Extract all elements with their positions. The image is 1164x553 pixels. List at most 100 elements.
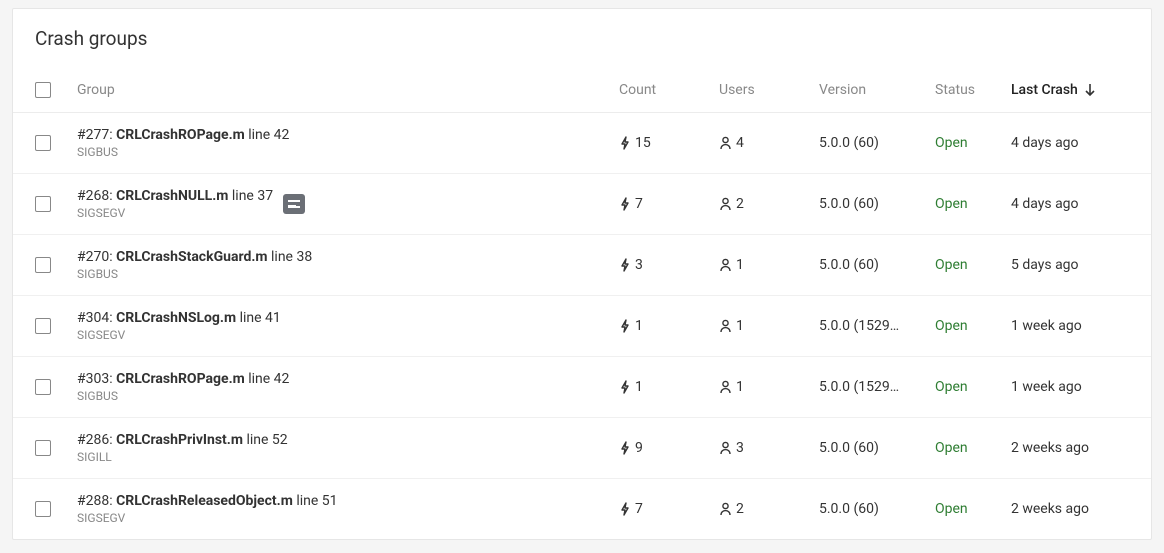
group-line: line 42	[248, 127, 289, 143]
users-person-icon	[719, 197, 732, 211]
count-cell: 3	[619, 257, 719, 273]
version-cell: 5.0.0 (60)	[819, 440, 935, 456]
table-row[interactable]: #304: CRLCrashNSLog.m line 41SIGSEGV115.…	[13, 296, 1151, 357]
last-crash-cell: 4 days ago	[1011, 196, 1129, 212]
table-row[interactable]: #303: CRLCrashROPage.m line 42SIGBUS115.…	[13, 357, 1151, 418]
group-cell: #270: CRLCrashStackGuard.m line 38 SIGBUS	[77, 249, 312, 281]
users-person-icon	[719, 319, 732, 333]
group-id: #270:	[77, 249, 113, 265]
select-all-checkbox[interactable]	[35, 82, 51, 98]
rows-container: #277: CRLCrashROPage.m line 42SIGBUS1545…	[13, 113, 1151, 539]
column-header-users[interactable]: Users	[719, 82, 819, 98]
group-signal: SIGBUS	[77, 267, 312, 281]
count-cell: 7	[619, 196, 719, 212]
last-crash-cell: 1 week ago	[1011, 318, 1129, 334]
row-checkbox[interactable]	[35, 379, 51, 395]
users-cell: 2	[719, 501, 819, 517]
version-cell: 5.0.0 (60)	[819, 501, 935, 517]
row-checkbox[interactable]	[35, 440, 51, 456]
table-row[interactable]: #270: CRLCrashStackGuard.m line 38 SIGBUS…	[13, 235, 1151, 296]
users-person-icon	[719, 258, 732, 272]
group-signal: SIGBUS	[77, 145, 289, 159]
crash-groups-card: Crash groups Group Count Users Version S…	[12, 8, 1152, 540]
card-title: Crash groups	[13, 9, 1151, 60]
group-id: #286:	[77, 432, 113, 448]
version-cell: 5.0.0 (1529…	[819, 318, 935, 334]
table-row[interactable]: #286: CRLCrashPrivInst.m line 52 SIGILL 93…	[13, 418, 1151, 479]
group-line: line 42	[248, 371, 289, 387]
count-bolt-icon	[619, 319, 631, 333]
row-checkbox[interactable]	[35, 135, 51, 151]
note-icon	[283, 194, 305, 214]
group-file: CRLCrashNSLog.m	[116, 310, 236, 326]
count-cell: 9	[619, 440, 719, 456]
group-line: line 37	[232, 188, 273, 204]
group-signal: SIGSEGV	[77, 328, 281, 342]
version-cell: 5.0.0 (1529…	[819, 379, 935, 395]
sort-desc-icon	[1084, 83, 1096, 97]
group-cell: #268: CRLCrashNULL.m line 37SIGSEGV	[77, 188, 273, 220]
group-file: CRLCrashROPage.m	[116, 371, 245, 387]
group-signal: SIGBUS	[77, 389, 289, 403]
group-file: CRLCrashNULL.m	[116, 188, 228, 204]
status-cell: Open	[935, 501, 1011, 517]
row-checkbox[interactable]	[35, 318, 51, 334]
last-crash-cell: 1 week ago	[1011, 379, 1129, 395]
users-cell: 4	[719, 135, 819, 151]
group-signal: SIGSEGV	[77, 511, 338, 525]
group-file: CRLCrashPrivInst.m	[116, 432, 243, 448]
group-cell: #304: CRLCrashNSLog.m line 41 SIGSEGV	[77, 310, 281, 342]
users-person-icon	[719, 441, 732, 455]
group-file: CRLCrashROPage.m	[116, 127, 245, 143]
users-person-icon	[719, 380, 732, 394]
group-file: CRLCrashReleasedObject.m	[116, 493, 293, 509]
group-line: line 41	[240, 310, 281, 326]
status-cell: Open	[935, 379, 1011, 395]
column-header-count[interactable]: Count	[619, 82, 719, 98]
count-bolt-icon	[619, 258, 631, 272]
group-cell: #286: CRLCrashPrivInst.m line 52 SIGILL	[77, 432, 288, 464]
group-cell: #303: CRLCrashROPage.m line 42 SIGBUS	[77, 371, 289, 403]
group-id: #288:	[77, 493, 113, 509]
column-header-group[interactable]: Group	[77, 82, 619, 98]
count-bolt-icon	[619, 380, 631, 394]
version-cell: 5.0.0 (60)	[819, 196, 935, 212]
group-id: #303:	[77, 371, 113, 387]
version-cell: 5.0.0 (60)	[819, 257, 935, 273]
row-checkbox[interactable]	[35, 501, 51, 517]
count-cell: 15	[619, 135, 719, 151]
users-person-icon	[719, 502, 732, 516]
column-header-last-crash[interactable]: Last Crash	[1011, 82, 1129, 98]
group-line: line 52	[246, 432, 287, 448]
last-crash-cell: 5 days ago	[1011, 257, 1129, 273]
last-crash-cell: 2 weeks ago	[1011, 440, 1129, 456]
count-bolt-icon	[619, 441, 631, 455]
table-row[interactable]: #277: CRLCrashROPage.m line 42SIGBUS1545…	[13, 113, 1151, 174]
table-header-row: Group Count Users Version Status Last Cr…	[13, 60, 1151, 113]
users-cell: 3	[719, 440, 819, 456]
table-row[interactable]: #268: CRLCrashNULL.m line 37SIGSEGV725.0…	[13, 174, 1151, 235]
table-row[interactable]: #288: CRLCrashReleasedObject.m line 51 SI…	[13, 479, 1151, 539]
users-person-icon	[719, 136, 732, 150]
row-checkbox[interactable]	[35, 196, 51, 212]
status-cell: Open	[935, 196, 1011, 212]
group-cell: #288: CRLCrashReleasedObject.m line 51 SI…	[77, 493, 338, 525]
group-file: CRLCrashStackGuard.m	[116, 249, 267, 265]
column-header-status[interactable]: Status	[935, 82, 1011, 98]
group-line: line 51	[296, 493, 337, 509]
group-id: #304:	[77, 310, 113, 326]
group-line: line 38	[271, 249, 312, 265]
group-signal: SIGILL	[77, 450, 288, 464]
group-signal: SIGSEGV	[77, 206, 273, 220]
status-cell: Open	[935, 135, 1011, 151]
row-checkbox[interactable]	[35, 257, 51, 273]
last-crash-cell: 2 weeks ago	[1011, 501, 1129, 517]
users-cell: 1	[719, 257, 819, 273]
status-cell: Open	[935, 318, 1011, 334]
status-cell: Open	[935, 257, 1011, 273]
count-bolt-icon	[619, 136, 631, 150]
count-cell: 1	[619, 318, 719, 334]
users-cell: 1	[719, 318, 819, 334]
column-header-version[interactable]: Version	[819, 82, 935, 98]
users-cell: 2	[719, 196, 819, 212]
